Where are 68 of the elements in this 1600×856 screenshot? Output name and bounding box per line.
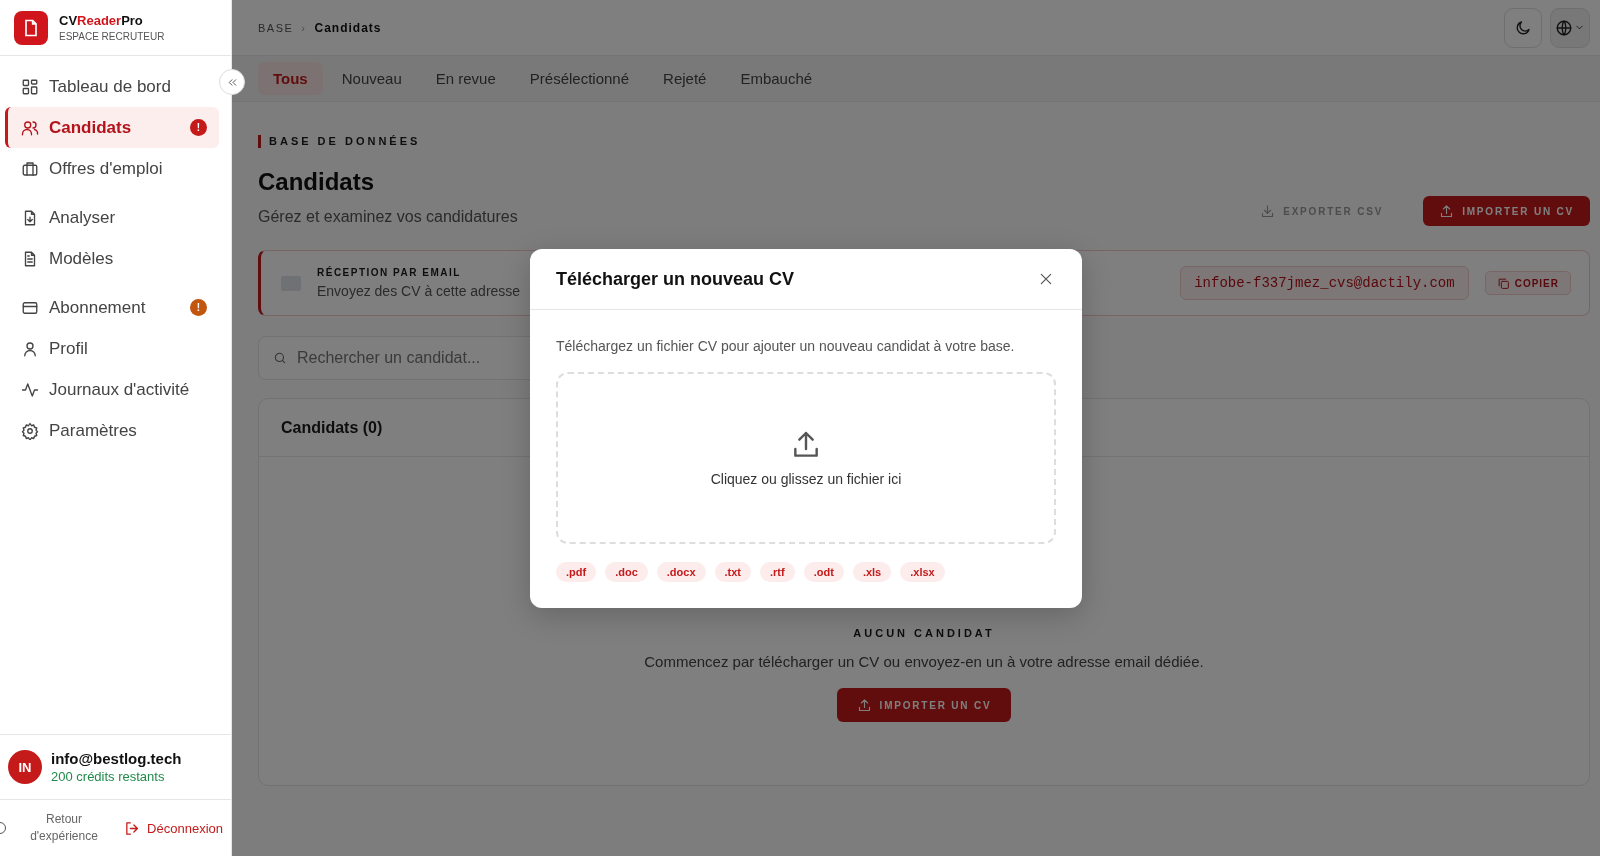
sidebar-item[interactable]: Offres d'emploi — [5, 148, 219, 189]
app-name: CVReaderPro — [59, 13, 144, 28]
sidebar-item[interactable]: Profil — [5, 328, 219, 369]
breadcrumb-link[interactable]: BASE — [258, 21, 294, 34]
activity-icon — [21, 380, 39, 399]
file-type-tag: .pdf — [556, 562, 597, 582]
app-logo — [14, 10, 48, 45]
section-label: BASE DE DONNÉES — [258, 135, 518, 148]
feedback-link[interactable]: Retour d'expérience — [16, 811, 112, 845]
language-button[interactable] — [1550, 7, 1590, 48]
sidebar-item[interactable]: Journaux d'activité — [5, 369, 219, 410]
sidebar-item[interactable]: Paramètres — [5, 410, 219, 451]
dialog-description: Téléchargez un fichier CV pour ajouter un nouveau candidat à votre base. — [556, 338, 1016, 354]
user-avatar: IN — [8, 750, 42, 784]
alert-badge: ! — [190, 119, 207, 136]
file-type-tag: .odt — [803, 562, 844, 582]
filter-tab[interactable]: Embauché — [725, 62, 828, 95]
filter-tab[interactable]: Rejeté — [648, 62, 722, 95]
user-email: info@bestlog.tech — [51, 750, 182, 767]
file-type-tag: .docx — [656, 562, 706, 582]
email-address: infobe-f337jmez_cvs@dactily.com — [1180, 266, 1469, 300]
breadcrumb-current: Candidats — [314, 20, 382, 35]
alert-badge: ! — [190, 299, 207, 316]
email-card-title: RÉCEPTION PAR EMAIL — [317, 267, 462, 278]
sidebar-item[interactable]: Candidats ! — [5, 107, 219, 148]
drop-zone[interactable]: Cliquez ou glissez un fichier ici — [556, 372, 1056, 544]
import-button[interactable]: IMPORTER UN CV — [1423, 196, 1590, 226]
file-type-tag: .rtf — [760, 562, 795, 582]
page-subtitle: Gérez et examinez vos candidatures — [258, 208, 518, 226]
import-button[interactable]: IMPORTER UN CV — [836, 688, 1012, 722]
user-icon — [21, 339, 39, 358]
file-type-tag: .xls — [852, 562, 892, 582]
copy-icon — [1496, 276, 1510, 290]
close-icon — [1038, 271, 1054, 287]
upload-icon — [1439, 203, 1455, 219]
app-subtitle: ESPACE RECRUTEUR — [59, 31, 165, 42]
breadcrumb-separator: › — [301, 21, 307, 34]
file-type-tag: .txt — [714, 562, 752, 582]
users-icon — [21, 118, 39, 137]
download-icon — [1260, 203, 1276, 219]
moon-icon — [1514, 18, 1532, 37]
panel-title: Candidats (0) — [281, 418, 383, 437]
empty-state-text: Commencez par télécharger un CV ou envoyez-en un à votre adresse email dédiée. — [644, 653, 1204, 670]
settings-icon — [21, 421, 39, 440]
globe-icon — [1555, 18, 1573, 37]
credits-remaining: 200 crédits restants — [51, 769, 166, 784]
filter-tab[interactable]: En revue — [420, 62, 511, 95]
dialog-title: Télécharger un nouveau CV — [556, 268, 795, 290]
file-type-tag: .xlsx — [900, 562, 945, 582]
sidebar-item[interactable]: Abonnement ! — [5, 287, 219, 328]
sidebar-item[interactable]: Modèles — [5, 238, 219, 279]
collapse-button[interactable] — [219, 69, 245, 95]
upload-icon — [856, 697, 872, 713]
search-icon — [273, 351, 287, 365]
sidebar-item[interactable]: Tableau de bord — [5, 66, 219, 107]
filter-tab[interactable]: Présélectionné — [514, 62, 645, 95]
briefcase-icon — [21, 159, 39, 178]
file-type-tag: .doc — [605, 562, 648, 582]
copy-button[interactable]: COPIER — [1484, 271, 1571, 295]
drop-zone-text: Cliquez ou glissez un fichier ici — [710, 471, 902, 487]
sidebar-item[interactable]: Analyser — [5, 197, 219, 238]
grid-icon — [21, 77, 39, 96]
empty-state-title: AUCUN CANDIDAT — [853, 627, 995, 639]
dark-mode-button[interactable] — [1504, 7, 1542, 48]
logout-link[interactable]: Déconnexion — [124, 819, 223, 837]
filter-tab[interactable]: Nouveau — [326, 62, 417, 95]
page-title: Candidats — [258, 168, 375, 196]
email-card-text: Envoyez des CV à cette adresse — [317, 283, 521, 299]
